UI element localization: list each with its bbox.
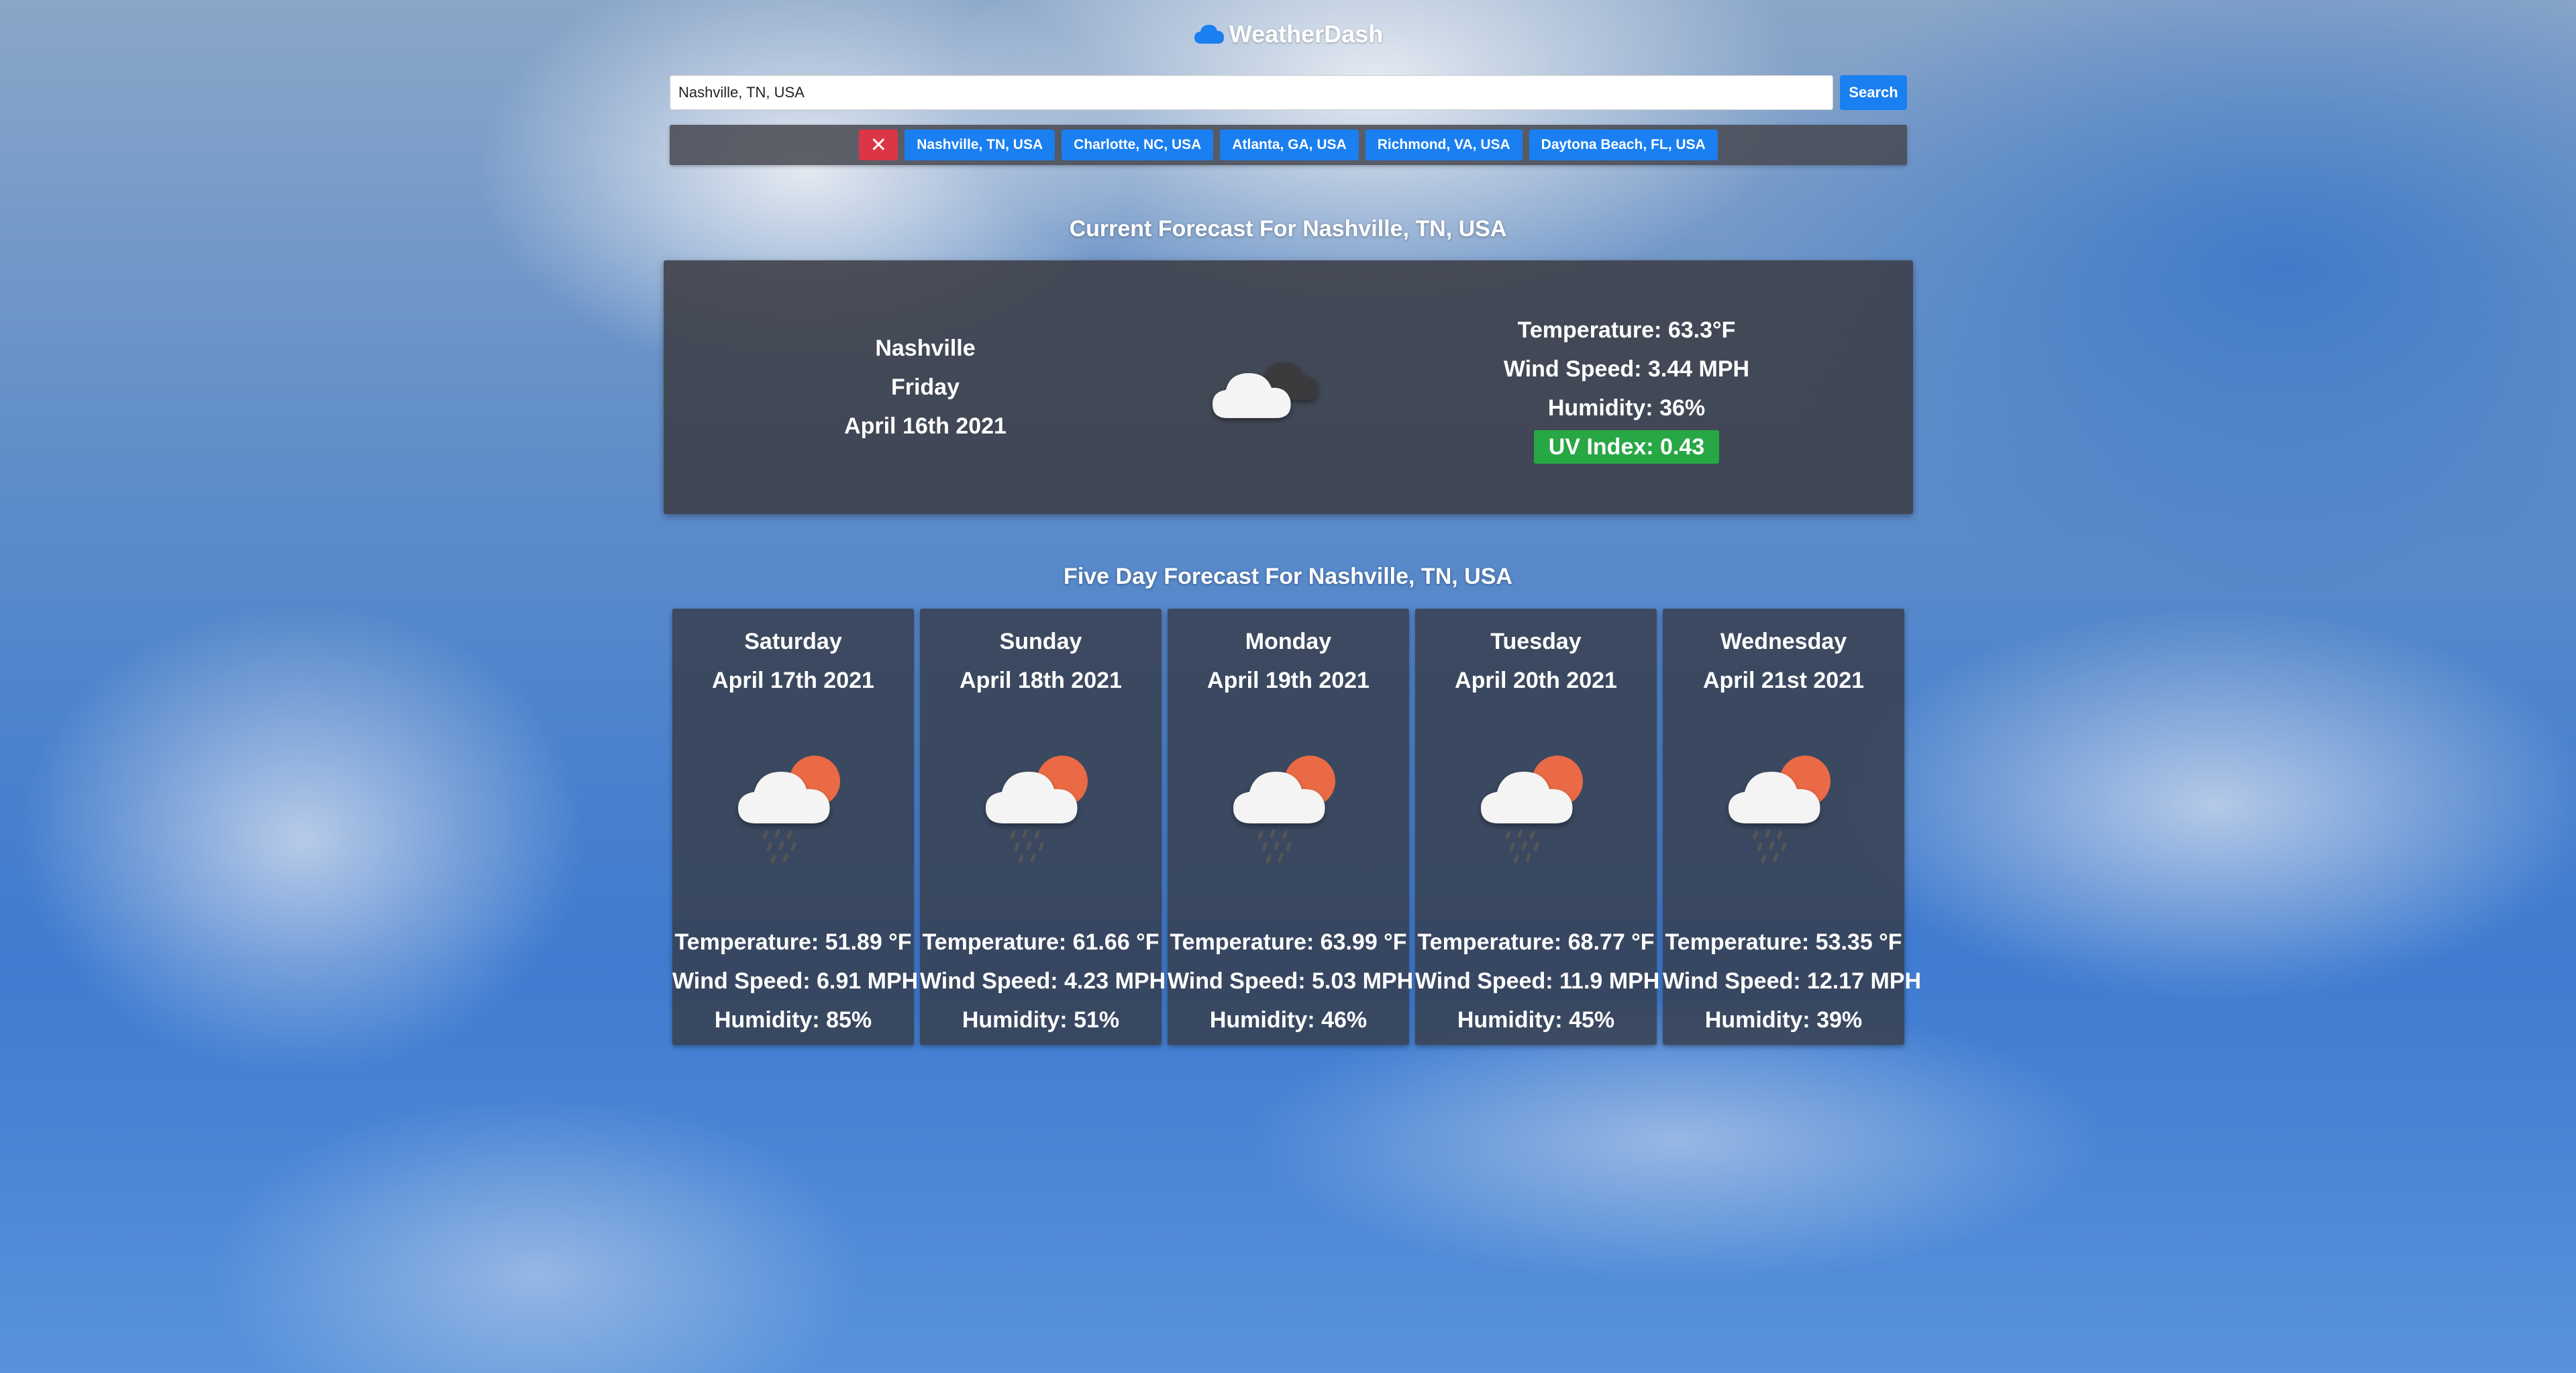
forecast-humidity: Humidity: 51% — [962, 1007, 1120, 1033]
forecast-date: April 19th 2021 — [1207, 668, 1370, 693]
current-location-block: Nashville Friday April 16th 2021 — [664, 260, 1187, 514]
current-wind-speed: Wind Speed: 3.44 MPH — [1503, 356, 1750, 382]
history-city-button[interactable]: Nashville, TN, USA — [905, 130, 1055, 160]
current-city: Nashville — [875, 336, 976, 361]
clear-history-button[interactable]: ✕ — [859, 130, 898, 160]
rain-sun-icon — [1233, 756, 1335, 864]
current-weekday: Friday — [890, 374, 960, 400]
five-day-forecast: Saturday April 17th 2021 Temperature: 51… — [672, 609, 1922, 1045]
current-date: April 16th 2021 — [844, 413, 1007, 439]
history-city-button[interactable]: Charlotte, NC, USA — [1062, 130, 1214, 160]
forecast-temperature: Temperature: 53.35 °F — [1665, 929, 1902, 955]
forecast-weekday: Tuesday — [1490, 629, 1582, 654]
uv-index-badge: UV Index: 0.43 — [1533, 430, 1720, 464]
forecast-humidity: Humidity: 46% — [1209, 1007, 1368, 1033]
history-city-button[interactable]: Atlanta, GA, USA — [1220, 130, 1359, 160]
forecast-weekday: Monday — [1245, 629, 1332, 654]
cloudy-icon — [1213, 362, 1319, 418]
forecast-temperature: Temperature: 51.89 °F — [674, 929, 912, 955]
forecast-humidity: Humidity: 39% — [1704, 1007, 1863, 1033]
forecast-wind-speed: Wind Speed: 12.17 MPH — [1663, 968, 1922, 994]
search-button[interactable]: Search — [1840, 75, 1907, 110]
forecast-wind-speed: Wind Speed: 5.03 MPH — [1168, 968, 1414, 994]
forecast-date: April 18th 2021 — [960, 668, 1122, 693]
forecast-day-card: Saturday April 17th 2021 Temperature: 51… — [672, 609, 919, 1045]
forecast-day-card: Tuesday April 20th 2021 Temperature: 68.… — [1415, 609, 1660, 1045]
forecast-humidity: Humidity: 45% — [1457, 1007, 1615, 1033]
current-humidity: Humidity: 36% — [1547, 395, 1706, 421]
forecast-temperature: Temperature: 68.77 °F — [1417, 929, 1655, 955]
current-temperature: Temperature: 63.3°F — [1517, 317, 1736, 343]
forecast-wind-speed: Wind Speed: 6.91 MPH — [672, 968, 919, 994]
history-city-button[interactable]: Daytona Beach, FL, USA — [1529, 130, 1718, 160]
forecast-weekday: Saturday — [744, 629, 842, 654]
rain-sun-icon — [1729, 756, 1831, 864]
app-header: WeatherDash — [0, 20, 2576, 48]
forecast-day-card: Wednesday April 21st 2021 Temperature: 5… — [1663, 609, 1922, 1045]
forecast-temperature: Temperature: 63.99 °F — [1170, 929, 1407, 955]
forecast-day-card: Sunday April 18th 2021 Temperature: 61.6… — [920, 609, 1166, 1045]
forecast-wind-speed: Wind Speed: 4.23 MPH — [920, 968, 1166, 994]
forecast-weekday: Wednesday — [1720, 629, 1847, 654]
current-forecast-card: Nashville Friday April 16th 2021 Tempera… — [664, 260, 1913, 514]
forecast-date: April 17th 2021 — [712, 668, 874, 693]
search-bar: Search — [670, 75, 1907, 110]
search-input[interactable] — [670, 75, 1833, 110]
search-history: ✕ Nashville, TN, USA Charlotte, NC, USA … — [670, 125, 1907, 165]
app-title: WeatherDash — [1229, 20, 1384, 48]
current-stats-block: Temperature: 63.3°F Wind Speed: 3.44 MPH… — [1388, 260, 1865, 514]
forecast-weekday: Sunday — [999, 629, 1082, 654]
forecast-humidity: Humidity: 85% — [714, 1007, 872, 1033]
forecast-date: April 21st 2021 — [1702, 668, 1865, 693]
current-forecast-heading: Current Forecast For Nashville, TN, USA — [1069, 216, 1507, 242]
rain-sun-icon — [986, 756, 1088, 864]
forecast-day-card: Monday April 19th 2021 Temperature: 63.9… — [1168, 609, 1414, 1045]
cloud-icon — [1194, 25, 1224, 44]
five-day-forecast-heading: Five Day Forecast For Nashville, TN, USA — [1064, 564, 1512, 589]
forecast-date: April 20th 2021 — [1455, 668, 1617, 693]
forecast-wind-speed: Wind Speed: 11.9 MPH — [1415, 968, 1660, 994]
forecast-temperature: Temperature: 61.66 °F — [922, 929, 1160, 955]
history-city-button[interactable]: Richmond, VA, USA — [1365, 130, 1523, 160]
rain-sun-icon — [1481, 756, 1583, 864]
rain-sun-icon — [738, 756, 840, 864]
